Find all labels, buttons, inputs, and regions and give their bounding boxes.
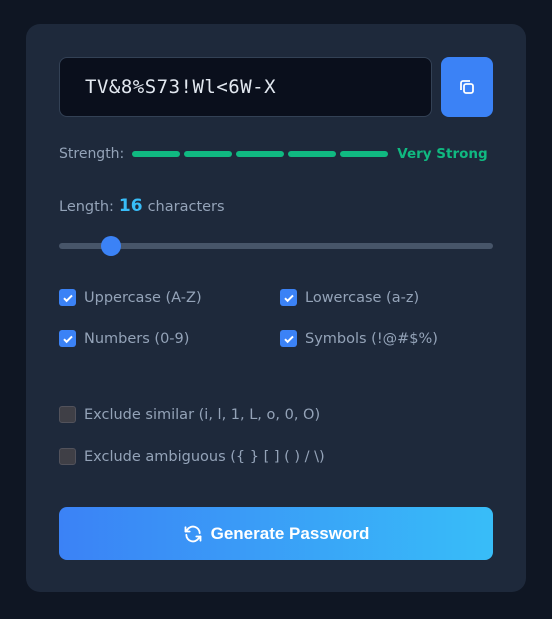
length-value: 16 [118,196,143,216]
length-slider[interactable] [59,234,493,258]
check-icon [62,294,73,302]
exclude-ambiguous-label: Exclude ambiguous ({ } [ ] ( ) / \) [84,448,325,465]
slider-track[interactable] [59,243,493,249]
option-lowercase-label: Lowercase (a-z) [305,289,420,306]
strength-bar-2 [184,151,233,157]
strength-bars [132,151,389,157]
strength-bar-4 [288,151,337,157]
password-display[interactable]: TV&8%S73!Wl<6W-X [59,57,432,117]
option-uppercase[interactable]: Uppercase (A-Z) [59,289,202,306]
strength-text: Very Strong [397,146,488,162]
length-unit: characters [147,199,225,215]
option-numbers[interactable]: Numbers (0-9) [59,330,189,347]
option-uppercase-label: Uppercase (A-Z) [84,289,202,306]
strength-bar-1 [132,151,181,157]
option-exclude-ambiguous[interactable]: Exclude ambiguous ({ } [ ] ( ) / \) [59,448,325,465]
option-exclude-similar[interactable]: Exclude similar (i, l, 1, L, o, 0, O) [59,406,320,423]
slider-thumb[interactable] [101,236,122,256]
exclude-ambiguous-checkbox[interactable] [59,448,76,465]
exclude-similar-label: Exclude similar (i, l, 1, L, o, 0, O) [84,406,321,423]
uppercase-checkbox[interactable] [59,289,76,306]
strength-label: Strength: [59,146,125,162]
generate-password-button[interactable]: Generate Password [59,507,493,560]
copy-icon [460,80,474,94]
option-lowercase[interactable]: Lowercase (a-z) [280,289,419,306]
generate-password-label: Generate Password [210,523,370,543]
refresh-icon [184,525,202,542]
option-symbols-label: Symbols (!@#$%) [305,330,438,347]
strength-bar-5 [340,151,389,157]
strength-meter: Strength: Very Strong [59,145,493,163]
check-icon [62,335,73,343]
option-numbers-label: Numbers (0-9) [84,330,190,347]
lowercase-checkbox[interactable] [280,289,297,306]
numbers-checkbox[interactable] [59,330,76,347]
length-label: Length: 16 characters [59,196,225,216]
copy-button[interactable] [441,57,493,117]
check-icon [283,294,294,302]
length-label-text: Length: [59,199,114,215]
password-generator-card: TV&8%S73!Wl<6W-X Strength: Very Strong L… [26,24,526,592]
strength-bar-3 [236,151,285,157]
symbols-checkbox[interactable] [280,330,297,347]
check-icon [283,335,294,343]
option-symbols[interactable]: Symbols (!@#$%) [280,330,438,347]
exclude-similar-checkbox[interactable] [59,406,76,423]
